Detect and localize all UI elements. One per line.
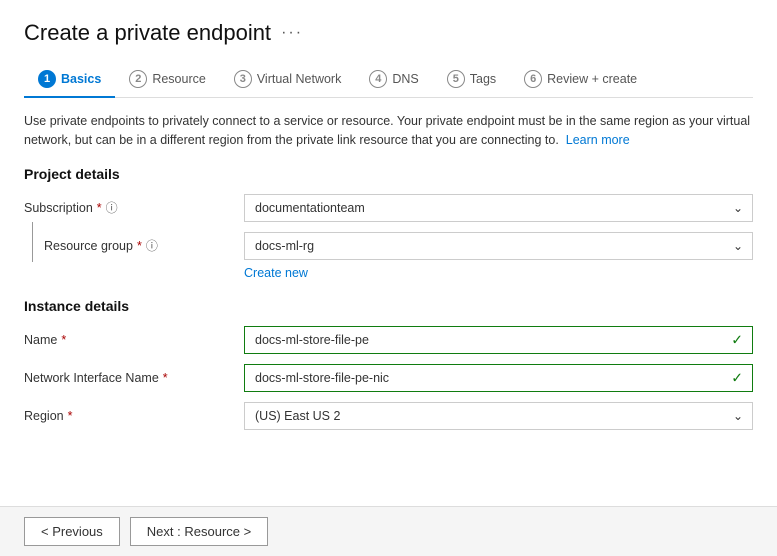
tab-tags[interactable]: 5 Tags: [433, 62, 510, 98]
tab-resource-label: Resource: [152, 72, 206, 86]
tab-review-create-label: Review + create: [547, 72, 637, 86]
page-title: Create a private endpoint: [24, 20, 271, 46]
resource-group-required: *: [137, 239, 142, 253]
tab-review-create[interactable]: 6 Review + create: [510, 62, 651, 98]
project-details-section: Project details Subscription * ⓘ documen…: [24, 166, 753, 280]
main-content: Create a private endpoint ··· 1 Basics 2…: [0, 0, 777, 506]
network-interface-name-label: Network Interface Name *: [24, 371, 244, 385]
region-row: Region * (US) East US 2 ⌄: [24, 402, 753, 430]
learn-more-link[interactable]: Learn more: [566, 133, 630, 147]
tab-tags-number: 5: [447, 70, 465, 88]
network-interface-name-required: *: [163, 371, 168, 385]
tab-resource[interactable]: 2 Resource: [115, 62, 220, 98]
project-details-title: Project details: [24, 166, 753, 182]
page-container: Create a private endpoint ··· 1 Basics 2…: [0, 0, 777, 556]
name-check-icon: ✓: [731, 331, 743, 348]
name-input[interactable]: [244, 326, 753, 354]
region-control: (US) East US 2 ⌄: [244, 402, 753, 430]
network-interface-name-control: ✓: [244, 364, 753, 392]
tab-resource-number: 2: [129, 70, 147, 88]
network-interface-name-input[interactable]: [244, 364, 753, 392]
subscription-info-icon[interactable]: ⓘ: [106, 199, 118, 216]
subscription-select[interactable]: documentationteam: [244, 194, 753, 222]
tab-dns-label: DNS: [392, 72, 418, 86]
subscription-required: *: [97, 201, 102, 215]
subscription-control: documentationteam ⌄: [244, 194, 753, 222]
name-required: *: [61, 333, 66, 347]
tabs-container: 1 Basics 2 Resource 3 Virtual Network 4 …: [24, 62, 753, 98]
page-title-area: Create a private endpoint ···: [24, 20, 753, 46]
tab-virtual-network-number: 3: [234, 70, 252, 88]
region-select[interactable]: (US) East US 2: [244, 402, 753, 430]
next-button[interactable]: Next : Resource >: [130, 517, 268, 546]
subscription-label: Subscription * ⓘ: [24, 199, 244, 216]
tab-review-create-number: 6: [524, 70, 542, 88]
subscription-row: Subscription * ⓘ documentationteam ⌄: [24, 194, 753, 222]
create-new-link[interactable]: Create new: [244, 266, 753, 280]
instance-details-title: Instance details: [24, 298, 753, 314]
tab-basics-number: 1: [38, 70, 56, 88]
tab-virtual-network[interactable]: 3 Virtual Network: [220, 62, 356, 98]
tab-virtual-network-label: Virtual Network: [257, 72, 342, 86]
name-control: ✓: [244, 326, 753, 354]
name-row: Name * ✓: [24, 326, 753, 354]
tab-tags-label: Tags: [470, 72, 496, 86]
network-interface-name-check-icon: ✓: [731, 369, 743, 386]
resource-group-control: docs-ml-rg ⌄: [244, 232, 753, 260]
tab-dns-number: 4: [369, 70, 387, 88]
resource-group-label: Resource group * ⓘ: [24, 237, 244, 254]
resource-group-row: Resource group * ⓘ docs-ml-rg ⌄: [24, 232, 753, 260]
tab-dns[interactable]: 4 DNS: [355, 62, 432, 98]
instance-details-section: Instance details Name * ✓ Network Interf…: [24, 298, 753, 430]
footer: < Previous Next : Resource >: [0, 506, 777, 556]
tab-basics-label: Basics: [61, 72, 101, 86]
network-interface-name-row: Network Interface Name * ✓: [24, 364, 753, 392]
region-required: *: [68, 409, 73, 423]
previous-button[interactable]: < Previous: [24, 517, 120, 546]
page-title-ellipsis: ···: [281, 24, 303, 42]
description-text: Use private endpoints to privately conne…: [24, 112, 753, 150]
resource-group-info-icon[interactable]: ⓘ: [146, 237, 158, 254]
resource-group-select[interactable]: docs-ml-rg: [244, 232, 753, 260]
region-label: Region *: [24, 409, 244, 423]
name-label: Name *: [24, 333, 244, 347]
tab-basics[interactable]: 1 Basics: [24, 62, 115, 98]
